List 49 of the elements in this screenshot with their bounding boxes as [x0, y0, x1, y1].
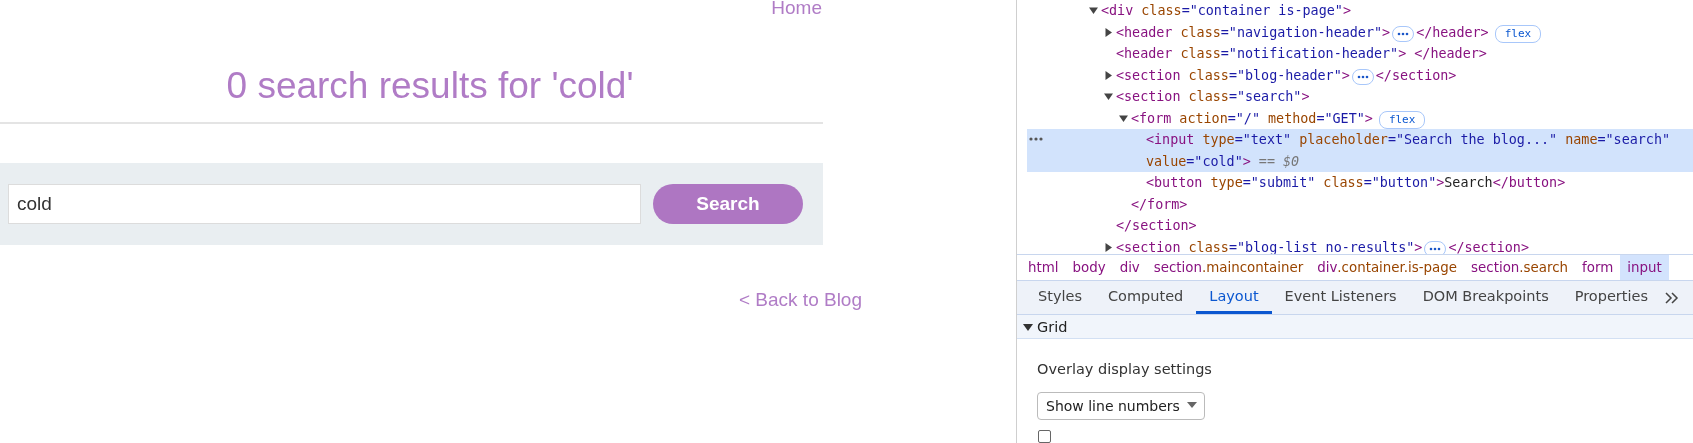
flex-badge[interactable]: flex — [1494, 24, 1542, 43]
dom-node-text[interactable]: </section> — [1375, 64, 1457, 86]
dom-node-text[interactable]: <section class="blog-list no-results"> — [1116, 236, 1423, 255]
dom-node-text[interactable]: </header> — [1416, 21, 1489, 43]
section-title[interactable]: Grid — [1037, 318, 1068, 335]
panel-tab[interactable]: Properties — [1561, 280, 1661, 315]
breadcrumb[interactable]: div.container.is-page — [1310, 255, 1465, 280]
dom-node-text[interactable]: </section> — [1116, 215, 1197, 237]
collapse-triangle-icon[interactable] — [1089, 6, 1098, 16]
breadcrumb[interactable]: html — [1021, 255, 1066, 280]
panel-tab[interactable]: Event Listeners — [1271, 280, 1410, 315]
collapse-triangle-icon[interactable] — [1104, 92, 1113, 102]
overlay-dropdown[interactable]: Show line numbers — [1037, 392, 1205, 421]
dom-node-text[interactable]: </section> — [1448, 236, 1529, 255]
dom-node-text[interactable]: </form> — [1131, 193, 1188, 215]
breadcrumb[interactable]: section.maincontainer — [1146, 255, 1311, 280]
collapsed-content-icon[interactable] — [1392, 25, 1415, 42]
dom-node-text[interactable]: <div class="container is-page"> — [1101, 0, 1351, 22]
breadcrumb[interactable]: form — [1575, 255, 1621, 280]
collapsed-content-icon[interactable] — [1424, 240, 1447, 255]
breadcrumb[interactable]: section.search — [1464, 255, 1576, 280]
dom-node-text[interactable]: <input type="text" placeholder="Search the blog..." name="search" value="cold"> == $0 — [1146, 129, 1685, 172]
dom-node-text[interactable]: <header class="navigation-header"> — [1116, 21, 1391, 43]
search-field[interactable]: cold — [8, 184, 641, 224]
dom-node-text[interactable]: <form action="/" method="GET"> — [1131, 107, 1373, 129]
dom-node-text[interactable]: <button type="submit" class="button">Search</button> — [1146, 172, 1566, 194]
panel-tab[interactable]: Styles — [1025, 280, 1095, 315]
selected-dom-row[interactable]: <input type="text" placeholder="Search the blog..." name="search" value="cold"> == $0 — [1027, 129, 1693, 172]
breadcrumb[interactable]: div — [1112, 255, 1147, 280]
collapsed-content-icon[interactable] — [1351, 68, 1374, 85]
dom-node-text[interactable]: <section class="blog-header"> — [1116, 64, 1350, 86]
dom-node-text[interactable]: <section class="search"> — [1116, 86, 1310, 108]
expand-triangle-icon[interactable] — [1104, 27, 1113, 37]
expand-triangle-icon[interactable] — [1104, 242, 1113, 252]
breadcrumb[interactable]: body — [1065, 255, 1113, 280]
collapse-triangle-icon[interactable] — [1119, 113, 1128, 123]
expand-triangle-icon[interactable] — [1104, 70, 1113, 80]
dropdown-caret-icon — [1187, 402, 1197, 409]
panel-tab[interactable]: Computed — [1095, 280, 1197, 315]
dom-node-text[interactable]: <header class="notification-header"> </header> — [1116, 43, 1487, 65]
more-options-icon[interactable] — [1029, 137, 1043, 141]
search-results-heading: 0 search results for 'cold' — [225, 65, 635, 107]
collapse-triangle-icon[interactable] — [1023, 321, 1033, 332]
flex-badge[interactable]: flex — [1378, 110, 1426, 129]
more-tabs-icon[interactable] — [1664, 291, 1679, 304]
overlay-settings-label: Overlay display settings — [1037, 361, 1213, 378]
breadcrumb[interactable]: input — [1620, 255, 1669, 280]
checkbox[interactable] — [1038, 430, 1051, 443]
panel-tab[interactable]: DOM Breakpoints — [1409, 280, 1562, 315]
